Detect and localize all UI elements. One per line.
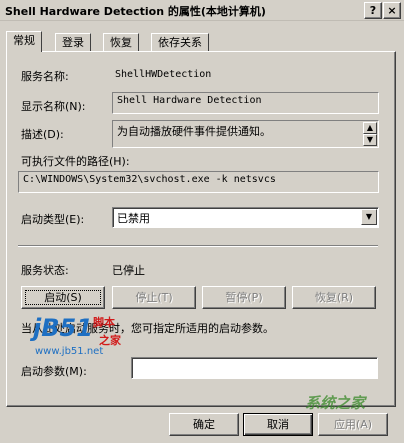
- cancel-button[interactable]: 取消: [243, 413, 313, 436]
- description-label: 描述(D):: [21, 128, 64, 141]
- pause-button[interactable]: 暂停(P): [202, 286, 286, 309]
- watermark-corner-text: 系统之家: [305, 394, 366, 412]
- window-title: Shell Hardware Detection 的属性(本地计算机): [5, 5, 266, 18]
- service-status-value: 已停止: [112, 264, 145, 277]
- tab-general[interactable]: 常规: [6, 31, 42, 52]
- startup-type-select[interactable]: 已禁用 ▼: [112, 207, 379, 228]
- tab-recovery[interactable]: 恢复: [103, 33, 139, 51]
- path-label: 可执行文件的路径(H):: [21, 155, 130, 168]
- watermark-logo-cn1: 脚本: [93, 316, 115, 329]
- description-value: 为自动播放硬件事件提供通知。: [117, 125, 271, 138]
- service-properties-dialog: Shell Hardware Detection 的属性(本地计算机) ? × …: [0, 0, 404, 443]
- service-name-label: 服务名称:: [21, 70, 69, 83]
- chevron-down-icon[interactable]: ▼: [361, 209, 377, 225]
- general-tab-panel: 服务名称: ShellHWDetection 显示名称(N): Shell Ha…: [6, 51, 396, 407]
- start-params-input[interactable]: [131, 357, 378, 379]
- service-status-label: 服务状态:: [21, 264, 69, 277]
- watermark-corner: 系统之家: [305, 392, 400, 414]
- ok-button[interactable]: 确定: [169, 413, 239, 436]
- display-name-field[interactable]: Shell Hardware Detection: [112, 92, 379, 114]
- separator: [18, 245, 378, 247]
- resume-button[interactable]: 恢复(R): [292, 286, 376, 309]
- watermark-url: www.jb51.net: [35, 346, 104, 357]
- scroll-up-icon[interactable]: ▲: [363, 122, 377, 134]
- start-button[interactable]: 启动(S): [21, 286, 105, 309]
- startup-type-label: 启动类型(E):: [21, 213, 85, 226]
- display-name-value: Shell Hardware Detection: [117, 95, 262, 106]
- service-name-value: ShellHWDetection: [115, 69, 212, 80]
- apply-button[interactable]: 应用(A): [318, 413, 388, 436]
- tab-logon[interactable]: 登录: [55, 33, 91, 51]
- display-name-label: 显示名称(N):: [21, 100, 86, 113]
- path-field: C:\WINDOWS\System32\svchost.exe -k netsv…: [18, 171, 379, 193]
- stop-button[interactable]: 停止(T): [112, 286, 196, 309]
- close-button[interactable]: ×: [383, 2, 401, 19]
- start-params-label: 启动参数(M):: [21, 365, 87, 378]
- startup-type-value: 已禁用: [117, 212, 150, 225]
- watermark-logo-jb: jB51: [33, 314, 93, 342]
- description-field[interactable]: 为自动播放硬件事件提供通知。 ▲ ▼: [112, 120, 379, 148]
- title-bar: Shell Hardware Detection 的属性(本地计算机) ? ×: [0, 0, 404, 21]
- scroll-down-icon[interactable]: ▼: [363, 134, 377, 146]
- path-value: C:\WINDOWS\System32\svchost.exe -k netsv…: [23, 174, 276, 185]
- help-button[interactable]: ?: [364, 2, 382, 19]
- watermark-logo: jB51 脚本 之家 www.jb51.net: [33, 314, 143, 364]
- tab-dependencies[interactable]: 依存关系: [151, 33, 209, 51]
